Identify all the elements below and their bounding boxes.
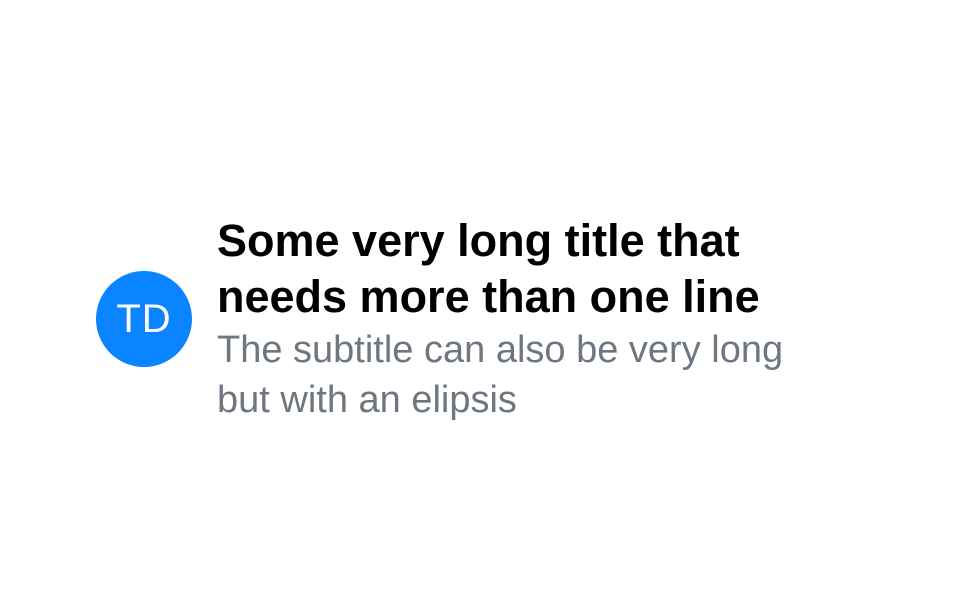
list-item-text: Some very long title that needs more tha…: [217, 213, 817, 425]
screen: TD Some very long title that needs more …: [0, 0, 960, 600]
avatar: TD: [96, 271, 192, 367]
list-item-title: Some very long title that needs more tha…: [217, 215, 760, 322]
avatar-initials: TD: [116, 296, 172, 341]
list-item-subtitle: The subtitle can also be very long but w…: [217, 329, 784, 421]
list-item[interactable]: TD Some very long title that needs more …: [96, 213, 856, 425]
